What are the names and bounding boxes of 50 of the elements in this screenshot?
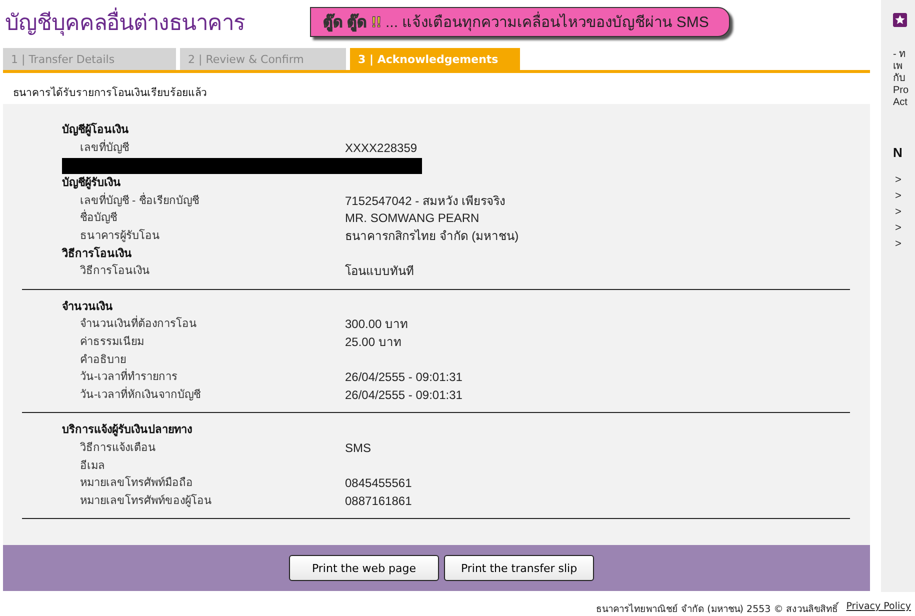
- field-value: XXXX228359: [345, 140, 418, 157]
- sidebar-text: - ท: [893, 49, 908, 61]
- field-value: ธนาคารกสิกรไทย จำกัด (มหาชน): [345, 228, 519, 245]
- field-label: เลขที่บัญชี: [80, 140, 130, 156]
- field-label: ชื่อบัญชี: [80, 210, 345, 228]
- field-label: วัน-เวลาที่ทำรายการ: [80, 369, 345, 387]
- field-label: วัน-เวลาที่หักเงินจากบัญชี: [80, 386, 202, 403]
- sidebar-text: เพ: [893, 61, 904, 73]
- field-value: 0845455561: [345, 475, 412, 492]
- field-label: หมายเลขโทรศัพท์มือถือ: [80, 475, 194, 492]
- field-label: วิธีการแจ้งเตือน: [80, 440, 157, 456]
- sidebar-link[interactable]: >: [895, 220, 915, 236]
- field-value: 7152547042 - สมหวัง เพียรจริง: [345, 192, 506, 210]
- star-icon: [893, 13, 907, 27]
- field-value: 300.00 บาท: [345, 316, 408, 334]
- field-label: จำนวนเงินที่ต้องการโอน: [80, 316, 345, 334]
- field-label: วิธีการโอนเงิน: [80, 263, 151, 280]
- field-label: หมายเลขโทรศัพท์ของผู้โอน: [80, 493, 213, 509]
- sidebar-text: Act: [893, 97, 908, 109]
- sidebar-link[interactable]: >: [895, 172, 915, 188]
- field-value: 0887161861: [345, 492, 412, 510]
- field-value: MR. SOMWANG PEARN: [345, 210, 480, 228]
- section-heading: จำนวนเงิน: [62, 300, 114, 315]
- sidebar-text: Pro: [893, 85, 910, 97]
- print-button[interactable]: Print the transfer slip: [444, 555, 594, 582]
- sidebar-heading: N: [893, 144, 904, 162]
- page-title: บัญชีบุคคลอื่นต่างธนาคาร: [5, 6, 246, 38]
- sidebar-text: กับ: [893, 73, 906, 85]
- section-heading: บัญชีผู้โอนเงิน: [62, 122, 130, 138]
- field-label: ค่าธรรมเนียม: [80, 334, 145, 350]
- section-heading: วิธีการโอนเงิน: [62, 246, 133, 262]
- sidebar-link[interactable]: >: [895, 236, 915, 252]
- sidebar-link[interactable]: >: [895, 188, 915, 204]
- field-label: คำอธิบาย: [80, 352, 127, 368]
- confirmation-message: ธนาคารได้รับรายการโอนเงินเรียบร้อยแล้ว: [13, 86, 208, 101]
- section-heading: บัญชีผู้รับเงิน: [62, 176, 122, 192]
- sidebar-link[interactable]: >: [895, 204, 915, 220]
- field-value: 26/04/2555 - 09:01:31: [345, 386, 462, 404]
- privacy-policy-link[interactable]: Privacy Policy: [846, 601, 911, 616]
- copyright-text: ธนาคารไทยพาณิชย์ จำกัด (มหาชน) 2553 © สงวนลิขสิทธิ์: [596, 601, 838, 616]
- section-heading: บริการแจ้งผู้รับเงินปลายทาง: [62, 422, 193, 438]
- field-label: ธนาคารผู้รับโอน: [80, 228, 161, 244]
- field-label: อีเมล: [80, 458, 106, 474]
- print-button[interactable]: Print the web page: [289, 555, 439, 582]
- field-value: โอนแบบทันที: [345, 263, 414, 280]
- field-value: 26/04/2555 - 09:01:31: [345, 369, 462, 386]
- field-label: เลขที่บัญชี - ชื่อเรียกบัญชี: [80, 192, 200, 209]
- field-value: 25.00 บาท: [345, 334, 402, 351]
- field-value: SMS: [345, 440, 372, 457]
- promo-banner[interactable]: ตู๊ด ตู๊ด !! ... แจ้งเตือนทุกความเคลื่อนไหวของบัญชีผ่าน SMS: [310, 7, 730, 37]
